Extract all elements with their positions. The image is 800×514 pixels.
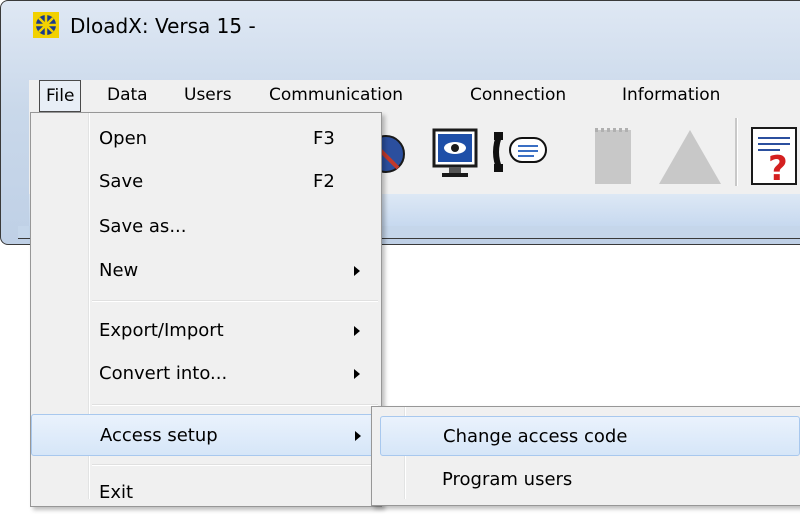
menu-item-label: Exit [99, 482, 134, 503]
menu-separator [92, 300, 378, 302]
menu-item-access-setup[interactable]: Access setup [31, 414, 381, 456]
menu-item-label: Convert into... [99, 363, 228, 384]
window-title: DloadX: Versa 15 - [70, 14, 256, 38]
toolbar-separator [735, 118, 738, 186]
menu-item-label: New [99, 260, 139, 281]
app-icon [33, 12, 59, 38]
menu-item-convert-into[interactable]: Convert into... [31, 353, 381, 395]
menu-item-new[interactable]: New [31, 250, 381, 292]
menu-separator [92, 404, 378, 406]
submenu-arrow-icon [354, 266, 360, 276]
menu-item-export-import[interactable]: Export/Import [31, 310, 381, 352]
menu-item-save-as[interactable]: Save as... [31, 206, 381, 248]
phone-message-icon[interactable] [490, 130, 552, 174]
document-icon[interactable] [593, 128, 633, 186]
menu-item-open[interactable]: Open F3 [31, 118, 381, 160]
menu-item-exit[interactable]: Exit [31, 472, 381, 514]
menu-item-shortcut: F3 [313, 128, 335, 149]
menu-item-label: Access setup [100, 425, 218, 446]
help-document-icon[interactable]: ? [750, 126, 800, 186]
menu-item-shortcut: F2 [313, 171, 335, 192]
submenu-item-label: Program users [442, 469, 573, 490]
menu-separator [92, 464, 378, 466]
menu-item-save[interactable]: Save F2 [31, 161, 381, 203]
menu-item-label: Export/Import [99, 320, 224, 341]
menu-file[interactable]: File [39, 80, 82, 112]
submenu-arrow-icon [354, 369, 360, 379]
menu-users[interactable]: Users [184, 80, 232, 112]
monitor-eye-icon[interactable] [432, 128, 480, 186]
menu-connection[interactable]: Connection [470, 80, 566, 112]
submenu-item-program-users[interactable]: Program users [380, 460, 800, 500]
menu-information[interactable]: Information [622, 80, 720, 112]
submenu-item-label: Change access code [443, 426, 628, 447]
menu-communication[interactable]: Communication [269, 80, 403, 112]
menu-data[interactable]: Data [107, 80, 148, 112]
submenu-arrow-icon [355, 431, 361, 441]
submenu-arrow-icon [354, 326, 360, 336]
menu-item-label: Save as... [99, 216, 187, 237]
triangle-icon[interactable] [655, 126, 725, 186]
menu-item-label: Open [99, 128, 148, 149]
menu-item-label: Save [99, 171, 144, 192]
submenu-item-change-access-code[interactable]: Change access code [380, 416, 800, 456]
svg-text:?: ? [768, 149, 788, 186]
menu-bar: File Data Users Communication Connection… [29, 80, 800, 112]
